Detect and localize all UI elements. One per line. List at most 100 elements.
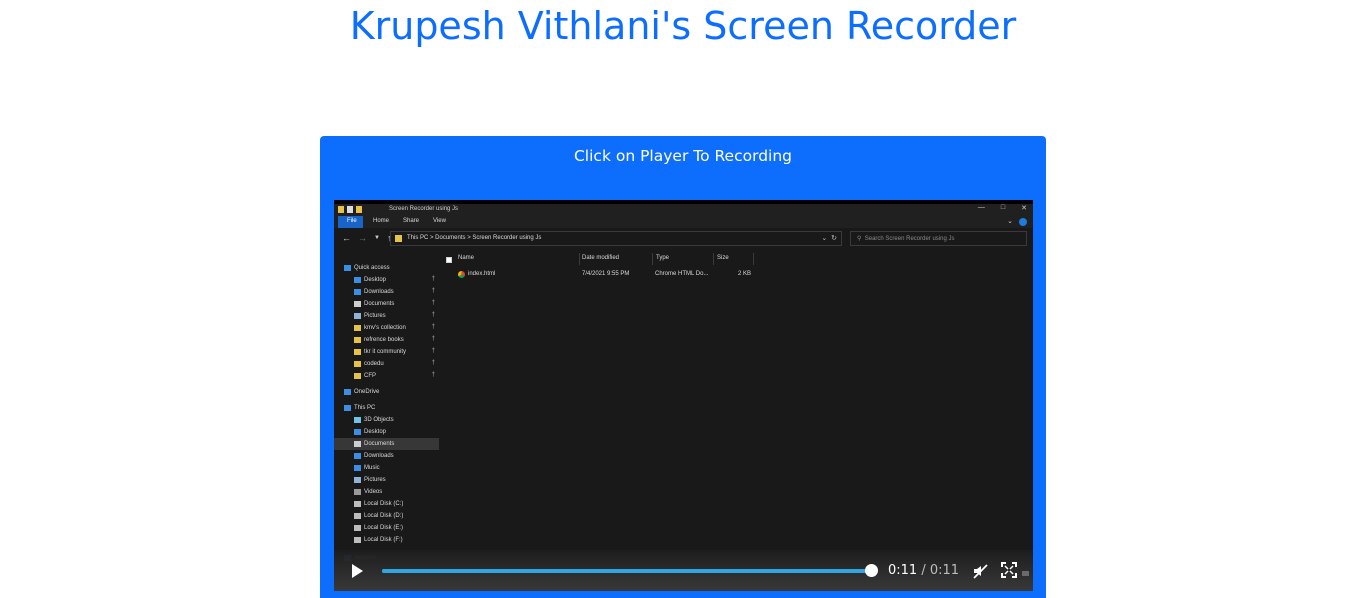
sidebar-item: Quick access xyxy=(334,262,439,274)
folder-icon xyxy=(356,206,362,213)
sidebar-item: 3D Objects xyxy=(334,414,439,426)
mute-icon[interactable] xyxy=(972,563,988,579)
folder-icon xyxy=(354,325,361,331)
sidebar-item-label: Pictures xyxy=(364,312,386,319)
progress-thumb[interactable] xyxy=(865,564,878,577)
sidebar-item: OneDrive xyxy=(334,386,439,398)
drive-icon xyxy=(354,513,361,519)
explorer-address-bar: ← → ▼ ↑ This PC > Documents > Screen Rec… xyxy=(334,228,1033,250)
document-icon xyxy=(347,206,353,213)
progress-fill xyxy=(382,569,872,573)
overflow-menu-icon[interactable] xyxy=(1022,571,1029,576)
download-icon xyxy=(354,453,361,459)
sidebar-item-label: Local Disk (C:) xyxy=(364,500,404,507)
sidebar-item: Downloads xyxy=(334,450,439,462)
close-icon: ✕ xyxy=(1021,205,1027,212)
sidebar-item-label: 3D Objects xyxy=(364,416,394,423)
column-separator xyxy=(753,253,754,265)
sidebar-item: Music xyxy=(334,462,439,474)
chevron-down-icon: ⌄ xyxy=(1007,218,1013,225)
play-icon[interactable] xyxy=(352,564,363,578)
sidebar-item: Pictures xyxy=(334,474,439,486)
sidebar-item-label: Videos xyxy=(364,488,383,495)
sidebar-item: CFP † xyxy=(334,370,439,382)
explorer-nav-buttons: ← → ▼ ↑ xyxy=(342,233,391,243)
pin-icon: † xyxy=(431,312,435,318)
sidebar-item: codedu † xyxy=(334,358,439,370)
sidebar-item: Local Disk (E:) xyxy=(334,522,439,534)
pin-icon: † xyxy=(431,360,435,366)
sidebar-item-label: tkr it community xyxy=(364,348,407,355)
ribbon-tab-view: View xyxy=(433,218,446,224)
column-header-date: Date modified xyxy=(582,255,620,261)
folder-icon xyxy=(354,361,361,367)
help-icon xyxy=(1019,218,1027,226)
explorer-ribbon: File Home Share View ⌄ xyxy=(334,216,1033,228)
minimize-icon: — xyxy=(977,204,985,211)
folder-icon xyxy=(338,206,344,213)
sidebar-item-label: codedu xyxy=(364,360,384,367)
chrome-icon xyxy=(458,270,465,278)
sidebar-item-label: Quick access xyxy=(354,264,390,271)
sidebar-item-label: OneDrive xyxy=(354,388,380,395)
quick-access-toolbar xyxy=(338,206,362,213)
progress-bar[interactable] xyxy=(382,569,872,573)
pin-icon: † xyxy=(431,336,435,342)
music-icon xyxy=(354,465,361,471)
column-separator xyxy=(579,253,580,265)
recorder-caption: Click on Player To Recording xyxy=(573,147,793,165)
picture-icon xyxy=(354,313,361,319)
explorer-path-box: This PC > Documents > Screen Recorder us… xyxy=(390,231,842,246)
picture-icon xyxy=(354,477,361,483)
drive-icon xyxy=(354,525,361,531)
column-separator xyxy=(652,253,653,265)
video-controls: 0:11 / 0:11 xyxy=(334,550,1033,591)
video-player[interactable]: Screen Recorder using Js — □ ✕ File Home… xyxy=(334,200,1033,591)
window-buttons: — □ ✕ xyxy=(978,204,1027,212)
sidebar-item: Desktop † xyxy=(334,274,439,286)
folder-icon xyxy=(354,373,361,379)
sidebar-item: Pictures † xyxy=(334,310,439,322)
sidebar-item: refrence books † xyxy=(334,334,439,346)
sidebar-item-label: Desktop xyxy=(364,276,387,283)
time-separator: / xyxy=(921,563,926,578)
folder-icon xyxy=(354,429,361,435)
pin-icon: † xyxy=(431,300,435,306)
select-all-checkbox xyxy=(446,257,452,263)
search-icon: ⚲ xyxy=(857,236,862,242)
sidebar-item-label: Documents xyxy=(364,300,395,307)
drive-icon xyxy=(354,501,361,507)
ribbon-tab-file: File xyxy=(338,216,363,228)
column-separator xyxy=(713,253,714,265)
explorer-search-box: ⚲ Search Screen Recorder using Js xyxy=(850,231,1027,246)
explorer-breadcrumbs: This PC > Documents > Screen Recorder us… xyxy=(407,235,542,241)
sidebar-item: Local Disk (D:) xyxy=(334,510,439,522)
sidebar-item-label: Local Disk (D:) xyxy=(364,512,404,519)
explorer-search-placeholder: Search Screen Recorder using Js xyxy=(864,236,955,242)
explorer-file-list: Name Date modified Type Size index.html … xyxy=(440,250,1033,591)
sidebar-item-label: Desktop xyxy=(364,428,387,435)
sidebar-item: Desktop xyxy=(334,426,439,438)
ribbon-right-controls: ⌄ xyxy=(1007,217,1027,226)
duration: 0:11 xyxy=(929,563,960,578)
star-icon xyxy=(344,265,351,271)
pin-icon: † xyxy=(431,372,435,378)
sidebar-item: tkr it community † xyxy=(334,346,439,358)
explorer-titlebar: Screen Recorder using Js — □ ✕ xyxy=(334,204,1033,216)
sidebar-item-label: Local Disk (F:) xyxy=(364,536,403,543)
cube-icon xyxy=(354,417,361,423)
folder-icon xyxy=(395,235,402,242)
file-name: index.html xyxy=(468,270,496,277)
time-display: 0:11 / 0:11 xyxy=(888,563,959,578)
sidebar-item: Local Disk (C:) xyxy=(334,498,439,510)
sidebar-item-label: Pictures xyxy=(364,476,386,483)
sidebar-item-label: Documents xyxy=(364,440,395,447)
fullscreen-icon[interactable] xyxy=(1001,562,1017,578)
column-header-type: Type xyxy=(656,255,670,261)
file-size: 2 KB xyxy=(738,270,752,277)
sidebar-item-label: Local Disk (E:) xyxy=(364,524,404,531)
pin-icon: † xyxy=(431,348,435,354)
folder-icon xyxy=(354,277,361,283)
column-header-name: Name xyxy=(458,255,475,261)
recorder-card: Click on Player To Recording Screen Reco… xyxy=(320,136,1046,598)
